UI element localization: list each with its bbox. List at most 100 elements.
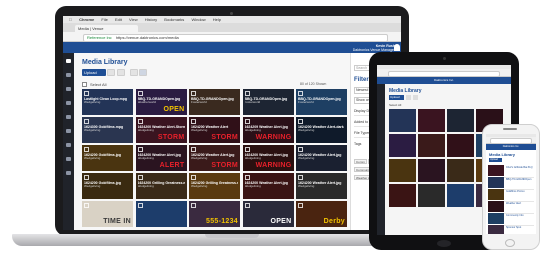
tablet-delete-icon[interactable] <box>413 95 418 100</box>
media-tile[interactable]: 1624200 Weather Alert.jpg Wedgeliving <box>296 145 347 171</box>
tablet-media-tile[interactable] <box>418 184 445 207</box>
tile-checkbox[interactable] <box>244 175 250 180</box>
tile-checkbox[interactable] <box>244 147 250 152</box>
user-icon[interactable] <box>394 44 400 51</box>
media-tile[interactable]: 1624300 Goldfilms.mpg Wedgeliving <box>82 117 133 143</box>
media-tile[interactable]: BBQ-TD-GRANDOpen.jpg Fosterworld <box>189 89 240 115</box>
media-tile[interactable]: Derby <box>296 201 347 227</box>
media-tile[interactable]: 1624200 Goldfilms.jpg Wedgeliving <box>82 173 133 199</box>
tablet-media-tile[interactable] <box>418 159 445 182</box>
tablet-address[interactable] <box>387 70 501 77</box>
media-tile[interactable]: 1624200 Weather Alert.jpg Wedgeliving <box>296 173 347 199</box>
address-bar[interactable]: Reference lnc https://venue.daktronics.c… <box>83 33 388 42</box>
media-tile[interactable]: BBQ-TD-GRANDOpen.jpg Fosterworld <box>242 89 294 115</box>
dashboard-icon[interactable] <box>66 59 71 63</box>
tablet-home-button[interactable] <box>437 240 451 247</box>
tablet-media-tile[interactable] <box>447 159 474 182</box>
tablet-media-tile[interactable] <box>447 134 474 157</box>
delete-icon[interactable] <box>117 69 125 76</box>
tablet-media-tile[interactable] <box>447 109 474 132</box>
browser-tab[interactable]: Media | Venue <box>75 25 138 32</box>
media-icon[interactable] <box>66 73 71 77</box>
media-tile[interactable] <box>135 201 187 227</box>
tile-checkbox[interactable] <box>298 91 303 96</box>
tile-checkbox[interactable] <box>298 175 303 180</box>
tablet-media-tile[interactable] <box>389 184 416 207</box>
display-icon[interactable] <box>66 115 71 119</box>
tile-checkbox[interactable] <box>244 119 250 124</box>
tile-checkbox[interactable] <box>137 91 143 96</box>
upload-button[interactable]: Upload <box>82 69 106 76</box>
tile-checkbox[interactable] <box>298 119 303 124</box>
tile-checkbox[interactable] <box>244 203 250 208</box>
tile-checkbox[interactable] <box>84 203 89 208</box>
menu-edit[interactable]: Edit <box>115 17 122 22</box>
media-tile[interactable]: TIME IN <box>82 201 133 227</box>
media-tile[interactable]: 1624200 Grilling Greatness.mpgWedgelivin… <box>189 173 240 199</box>
phone-list-item[interactable]: Sponsor Spot <box>488 224 534 234</box>
tile-checkbox[interactable] <box>137 147 143 152</box>
media-tile[interactable]: 1624200 Weather Alert.jpg Wedgeliving STOR… <box>189 145 240 171</box>
tile-checkbox[interactable] <box>191 91 196 96</box>
menu-bookmarks[interactable]: Bookmarks <box>164 17 184 22</box>
tile-checkbox[interactable] <box>137 175 143 180</box>
user-info[interactable]: Kevin Rush Daktronics Venue Manager <box>353 44 395 52</box>
menu-help[interactable]: Help <box>213 17 221 22</box>
media-tile[interactable]: 1624200 Grilling Greatness.mpgWedgelivin… <box>135 173 187 199</box>
media-tile[interactable]: 1624200 Weather Alert Wedgeliving STORM <box>189 117 240 143</box>
tile-checkbox[interactable] <box>84 147 89 152</box>
tablet-media-tile[interactable] <box>418 134 445 157</box>
select-all-checkbox[interactable]: Select All <box>82 82 106 87</box>
monitor-icon[interactable] <box>66 157 71 161</box>
media-tile[interactable]: 1624200 Weather Alert.jpg Wedgeliving ALER… <box>135 145 187 171</box>
apple-icon[interactable]:  <box>69 17 72 22</box>
tile-checkbox[interactable] <box>84 175 89 180</box>
media-tile[interactable]: OPEN <box>242 201 294 227</box>
media-tile[interactable]: 1624200 Goldfilms.jpg Wedgeliving <box>82 145 133 171</box>
menu-file[interactable]: File <box>101 17 107 22</box>
settings-icon[interactable] <box>66 171 71 175</box>
tag-chip[interactable]: Comm <box>354 159 367 164</box>
menu-chrome[interactable]: Chrome <box>79 17 94 22</box>
schedule-icon[interactable] <box>66 101 71 105</box>
tablet-download-icon[interactable] <box>406 95 411 100</box>
media-tile[interactable]: BBQ-TD-GRANDOpen.jpg Weatherworld OPEN <box>135 89 187 115</box>
tile-checkbox[interactable] <box>137 119 143 124</box>
media-tile[interactable]: 1624200 Weather Alert-dark Wedgeliving <box>296 117 347 143</box>
tablet-media-tile[interactable] <box>389 159 416 182</box>
list-view-icon[interactable] <box>130 69 138 76</box>
tile-checkbox[interactable] <box>244 91 250 96</box>
tablet-select-all[interactable]: Select All <box>389 103 401 107</box>
media-tile[interactable]: BBQ-TD-GRANDOpen.jpg Fosterworld <box>296 89 347 115</box>
tablet-upload-button[interactable]: Upload <box>389 95 404 100</box>
menu-window[interactable]: Window <box>191 17 205 22</box>
tablet-media-tile[interactable] <box>418 109 445 132</box>
menu-history[interactable]: History <box>145 17 157 22</box>
phone-upload-button[interactable]: Upload <box>489 158 502 162</box>
media-tile[interactable]: 1624200 Weather Alert.jpg Wedgeliving <box>242 173 294 199</box>
grid-view-icon[interactable] <box>139 69 147 76</box>
media-tile[interactable]: 555-1234 <box>189 201 240 227</box>
playlist-icon[interactable] <box>66 87 71 91</box>
tile-checkbox[interactable] <box>191 175 196 180</box>
menu-view[interactable]: View <box>129 17 138 22</box>
tile-checkbox[interactable] <box>191 147 196 152</box>
users-icon[interactable] <box>66 143 71 147</box>
tile-checkbox[interactable] <box>191 119 196 124</box>
media-tile[interactable]: 1624209 Weather Alert.jpg Wedgeliving WARN… <box>242 117 294 143</box>
tile-checkbox[interactable] <box>137 203 143 208</box>
download-icon[interactable] <box>107 69 115 76</box>
tablet-media-tile[interactable] <box>389 134 416 157</box>
content-icon[interactable] <box>66 129 71 133</box>
tablet-media-tile[interactable] <box>389 109 416 132</box>
tile-checkbox[interactable] <box>84 119 89 124</box>
media-tile[interactable]: 1624200 Weather Alert.jpg Wedgeliving WARN… <box>242 145 294 171</box>
media-tile[interactable]: Lastlight Clean Loop.mpg Wedgeliving <box>82 89 133 115</box>
tile-checkbox[interactable] <box>298 203 303 208</box>
tablet-media-tile[interactable] <box>447 184 474 207</box>
media-tile[interactable]: 1624200 Weather Alert-Storm Wedgeliving ST… <box>135 117 187 143</box>
tile-checkbox[interactable] <box>298 147 303 152</box>
tile-checkbox[interactable] <box>191 203 196 208</box>
tile-checkbox[interactable] <box>84 91 89 96</box>
phone-home-button[interactable] <box>505 239 515 247</box>
